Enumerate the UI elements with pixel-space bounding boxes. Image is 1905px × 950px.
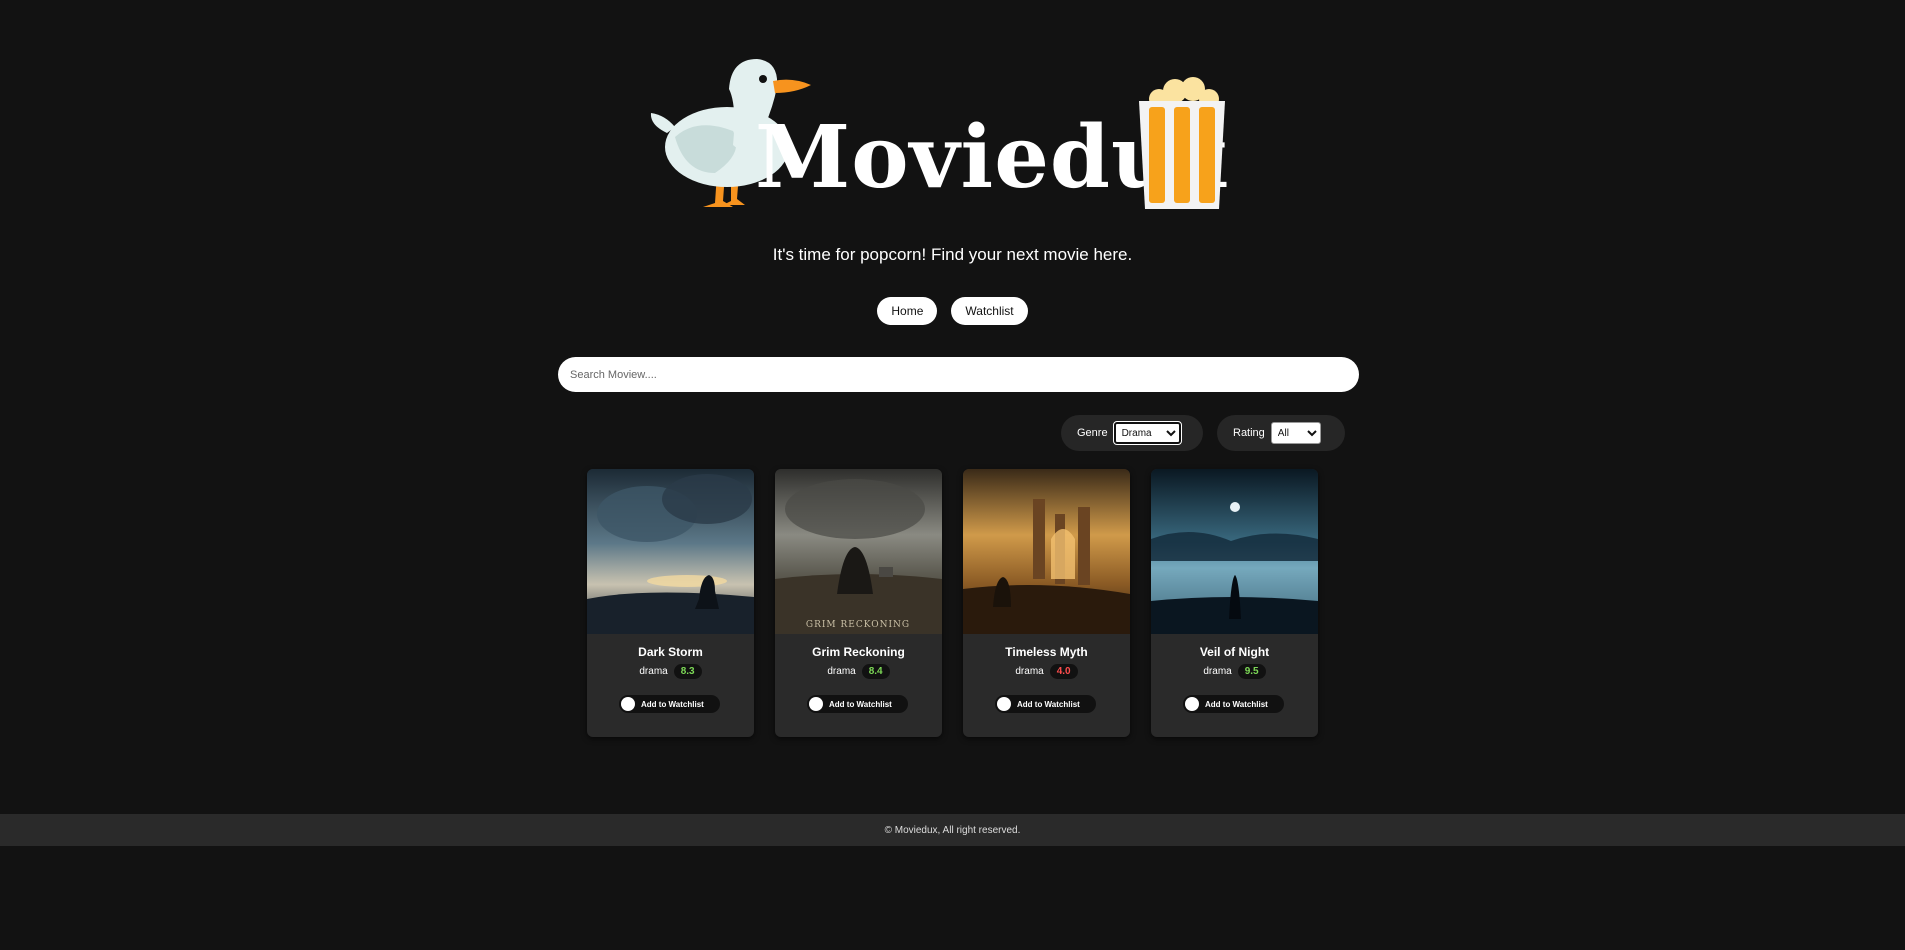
- poster-text: GRIM RECKONING: [806, 620, 910, 630]
- watchlist-toggle-label: Add to Watchlist: [641, 699, 704, 709]
- add-to-watchlist-toggle[interactable]: Add to Watchlist: [807, 695, 908, 713]
- genre-label: Genre: [1077, 427, 1108, 439]
- movie-title: Timeless Myth: [1005, 645, 1088, 659]
- movie-genre: drama: [1015, 666, 1044, 677]
- genre-select[interactable]: Drama: [1112, 421, 1182, 445]
- search-input[interactable]: [558, 357, 1359, 392]
- tagline: It's time for popcorn! Find your next mo…: [772, 245, 1133, 264]
- movie-rating: 8.4: [861, 664, 890, 679]
- movie-poster: [1151, 469, 1318, 634]
- movie-meta: drama 8.4: [775, 664, 942, 679]
- movie-title: Dark Storm: [638, 645, 703, 659]
- movie-genre: drama: [1203, 666, 1232, 677]
- rating-select[interactable]: All: [1270, 422, 1321, 444]
- movie-poster: GRIM RECKONING: [775, 469, 942, 634]
- header: Moviedux: [0, 0, 1905, 230]
- watchlist-toggle-label: Add to Watchlist: [1017, 699, 1080, 709]
- movie-poster: [587, 469, 754, 634]
- add-to-watchlist-toggle[interactable]: Add to Watchlist: [1183, 695, 1284, 713]
- movie-rating: 4.0: [1049, 664, 1078, 679]
- movie-poster: [963, 469, 1130, 634]
- main-nav: Home Watchlist: [0, 297, 1905, 325]
- toggle-knob[interactable]: [1185, 697, 1199, 711]
- movie-card: Timeless Myth drama 4.0 Add to Watchlist: [963, 469, 1130, 737]
- movie-meta: drama 9.5: [1151, 664, 1318, 679]
- rating-label: Rating: [1233, 427, 1265, 439]
- movie-title: Veil of Night: [1199, 645, 1270, 659]
- watchlist-toggle-label: Add to Watchlist: [1205, 699, 1268, 709]
- movie-genre: drama: [639, 666, 668, 677]
- toggle-knob[interactable]: [809, 697, 823, 711]
- add-to-watchlist-toggle[interactable]: Add to Watchlist: [995, 695, 1096, 713]
- popcorn-icon: [1139, 77, 1225, 209]
- home-button[interactable]: Home: [877, 297, 938, 325]
- movie-grid: Dark Storm drama 8.3 Add to Watchlist GR…: [587, 469, 1318, 737]
- genre-filter: Genre Drama: [1061, 415, 1203, 451]
- movie-card: GRIM RECKONING Grim Reckoning drama 8.4 …: [775, 469, 942, 737]
- watchlist-toggle-label: Add to Watchlist: [829, 699, 892, 709]
- rating-filter: Rating All: [1217, 415, 1345, 451]
- add-to-watchlist-toggle[interactable]: Add to Watchlist: [619, 695, 720, 713]
- movie-rating: 9.5: [1237, 664, 1266, 679]
- movie-rating: 8.3: [673, 664, 702, 679]
- movie-title: Grim Reckoning: [812, 645, 905, 659]
- watchlist-button[interactable]: Watchlist: [951, 297, 1028, 325]
- toggle-knob[interactable]: [997, 697, 1011, 711]
- toggle-knob[interactable]: [621, 697, 635, 711]
- logo: Moviedux: [645, 55, 1235, 215]
- movie-meta: drama 8.3: [587, 664, 754, 679]
- movie-card: Veil of Night drama 9.5 Add to Watchlist: [1151, 469, 1318, 737]
- movie-genre: drama: [827, 666, 856, 677]
- movie-meta: drama 4.0: [963, 664, 1130, 679]
- movie-card: Dark Storm drama 8.3 Add to Watchlist: [587, 469, 754, 737]
- footer: © Moviedux, All right reserved.: [0, 814, 1905, 846]
